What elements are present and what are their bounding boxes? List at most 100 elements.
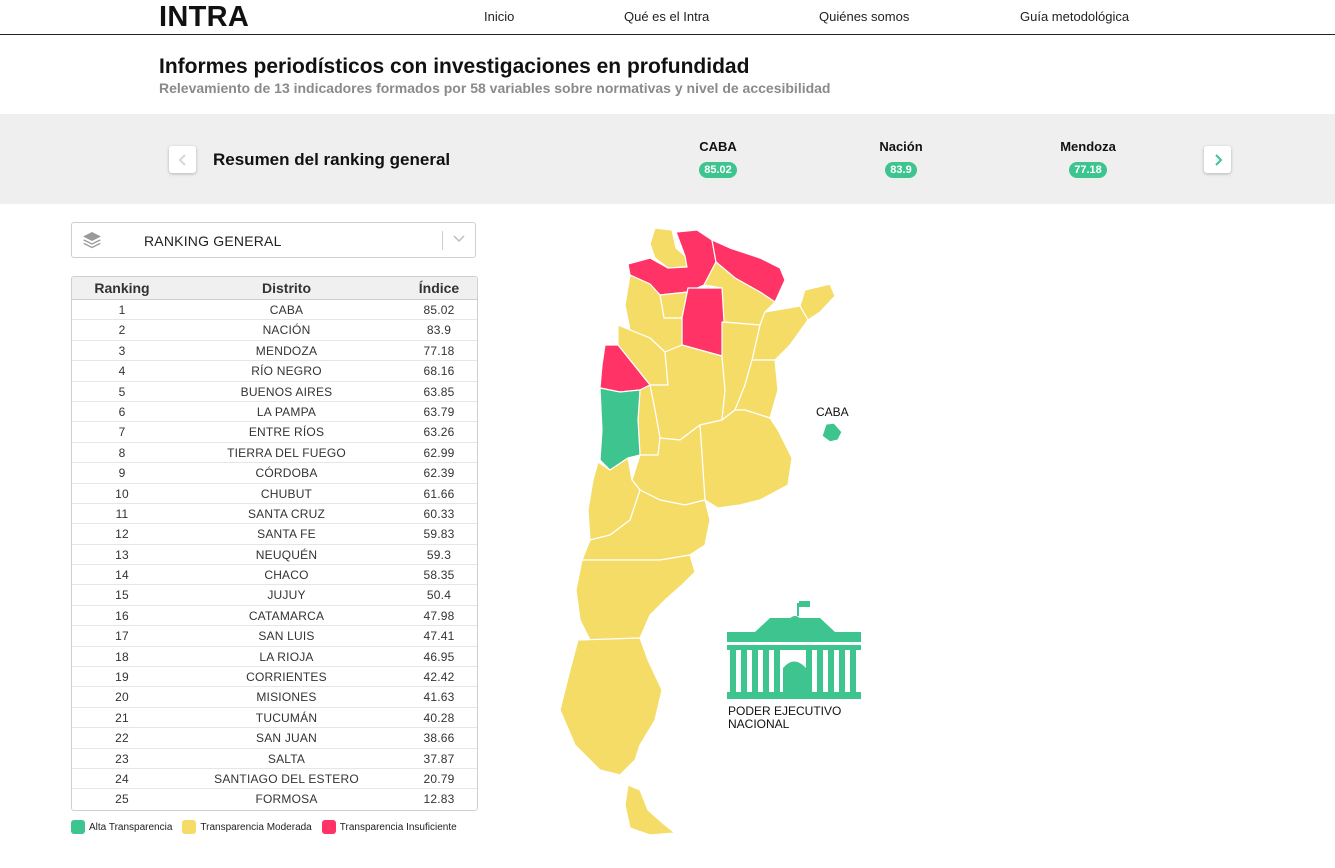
cell-ranking: 22: [115, 731, 129, 746]
cell-indice: 77.18: [423, 343, 455, 358]
table-row[interactable]: 4 RÍO NEGRO 68.16: [72, 361, 477, 382]
table-row[interactable]: 16 CATAMARCA 47.98: [72, 606, 477, 627]
cell-indice: 68.16: [423, 364, 455, 379]
cell-ranking: 7: [118, 425, 126, 440]
cell-distrito: RÍO NEGRO: [251, 364, 322, 379]
nav-link-guia[interactable]: Guía metodológica: [1020, 9, 1129, 24]
cell-indice: 63.79: [423, 404, 455, 419]
table-row[interactable]: 8 TIERRA DEL FUEGO 62.99: [72, 443, 477, 464]
cell-distrito: SAN JUAN: [256, 731, 317, 746]
caba-inset[interactable]: [821, 422, 843, 443]
poder-ejecutivo-label[interactable]: PODER EJECUTIVO NACIONAL: [728, 705, 841, 731]
table-row[interactable]: 6 LA PAMPA 63.79: [72, 402, 477, 423]
select-value: RANKING GENERAL: [144, 233, 282, 249]
cell-distrito: ENTRE RÍOS: [248, 425, 325, 440]
nav-link-quienes-somos[interactable]: Quiénes somos: [819, 9, 909, 24]
cell-distrito: SANTA CRUZ: [247, 506, 326, 521]
province-mendoza[interactable]: [599, 387, 641, 471]
next-button[interactable]: [1204, 146, 1231, 173]
cell-ranking: 17: [115, 629, 129, 644]
province-chubut[interactable]: [575, 554, 696, 641]
table-row[interactable]: 5 BUENOS AIRES 63.85: [72, 382, 477, 402]
table-row[interactable]: 17 SAN LUIS 47.41: [72, 626, 477, 647]
cell-indice: 63.85: [423, 384, 455, 399]
government-building-icon[interactable]: [727, 601, 861, 699]
cell-distrito: CHUBUT: [260, 486, 313, 501]
cell-indice: 83.9: [426, 323, 452, 338]
table-row[interactable]: 7 ENTRE RÍOS 63.26: [72, 422, 477, 443]
summary-item-name: Nación: [879, 139, 923, 154]
table-row[interactable]: 23 SALTA 37.87: [72, 749, 477, 769]
cell-distrito: BUENOS AIRES: [240, 384, 333, 399]
table-row[interactable]: 3 MENDOZA 77.18: [72, 341, 477, 362]
nav-link-inicio[interactable]: Inicio: [484, 9, 514, 24]
legend-item-moderada: Transparencia Moderada: [182, 820, 312, 834]
cell-indice: 62.99: [423, 445, 455, 460]
cell-distrito: SAN LUIS: [258, 629, 315, 644]
caba-map-label: CABA: [816, 405, 849, 419]
column-header-indice[interactable]: Índice: [401, 277, 477, 299]
column-header-distrito[interactable]: Distrito: [172, 277, 401, 299]
nav-link-que-es[interactable]: Qué es el Intra: [624, 9, 709, 24]
table-row[interactable]: 24 SANTIAGO DEL ESTERO 20.79: [72, 769, 477, 790]
cell-distrito: CABA: [269, 303, 304, 317]
legend-swatch: [71, 820, 85, 834]
page-title: Informes periodísticos con investigacion…: [159, 55, 750, 78]
table-row[interactable]: 18 LA RIOJA 46.95: [72, 647, 477, 668]
table-row[interactable]: 9 CÓRDOBA 62.39: [72, 463, 477, 484]
indicator-select[interactable]: RANKING GENERAL: [71, 222, 476, 258]
cell-indice: 20.79: [423, 771, 455, 786]
legend-item-alta: Alta Transparencia: [71, 820, 172, 834]
table-row[interactable]: 25 FORMOSA 12.83: [72, 789, 477, 809]
cell-distrito: LA RIOJA: [259, 649, 314, 664]
table-row[interactable]: 13 NEUQUÉN 59.3: [72, 545, 477, 566]
ranking-table: Ranking Distrito Índice 1 CABA 85.02 2 NACIÓ…: [71, 276, 478, 811]
legend-item-insuficiente: Transparencia Insuficiente: [321, 820, 457, 834]
table-row[interactable]: 22 SAN JUAN 38.66: [72, 728, 477, 749]
cell-distrito: MENDOZA: [255, 343, 318, 358]
cell-indice: 40.28: [423, 710, 455, 725]
cell-ranking: 18: [115, 649, 129, 664]
cell-ranking: 13: [115, 547, 129, 562]
prev-button[interactable]: [169, 146, 196, 173]
cell-distrito: FORMOSA: [255, 792, 318, 807]
column-header-ranking[interactable]: Ranking: [72, 277, 172, 299]
legend-label: Transparencia Moderada: [200, 821, 312, 833]
summary-item-score: 83.9: [885, 162, 917, 178]
chevron-down-icon[interactable]: [452, 234, 466, 244]
cell-ranking: 6: [118, 404, 126, 419]
cell-distrito: JUJUY: [267, 588, 306, 603]
layers-icon: [83, 232, 101, 249]
cell-ranking: 21: [115, 710, 129, 725]
province-tierra-del-fuego[interactable]: [624, 784, 676, 836]
site-logo[interactable]: INTRA: [159, 1, 249, 34]
table-row[interactable]: 15 JUJUY 50.4: [72, 585, 477, 606]
cell-ranking: 14: [115, 568, 129, 583]
table-row[interactable]: 21 TUCUMÁN 40.28: [72, 708, 477, 729]
table-body: 1 CABA 85.02 2 NACIÓN 83.9 3 MENDOZA 77.18 4 RÍO N…: [72, 300, 477, 810]
legend-label: Alta Transparencia: [89, 821, 173, 833]
table-row[interactable]: 1 CABA 85.02: [72, 300, 477, 321]
cell-indice: 61.66: [423, 486, 455, 501]
cell-indice: 58.35: [423, 568, 455, 583]
legend-label: Transparencia Insuficiente: [339, 821, 457, 833]
table-row[interactable]: 14 CHACO 58.35: [72, 565, 477, 586]
table-row[interactable]: 2 NACIÓN 83.9: [72, 320, 477, 341]
province-buenos-aires[interactable]: [699, 409, 793, 509]
cell-distrito: CATAMARCA: [248, 608, 325, 623]
table-row[interactable]: 11 SANTA CRUZ 60.33: [72, 504, 477, 525]
cell-distrito: TUCUMÁN: [255, 710, 318, 725]
table-row[interactable]: 10 CHUBUT 61.66: [72, 484, 477, 504]
table-row[interactable]: 20 MISIONES 41.63: [72, 687, 477, 708]
table-row[interactable]: 12 SANTA FE 59.83: [72, 524, 477, 545]
cell-distrito: SANTA FE: [257, 527, 316, 542]
cell-ranking: 20: [115, 690, 129, 705]
cell-distrito: CÓRDOBA: [255, 466, 318, 481]
table-row[interactable]: 19 CORRIENTES 42.42: [72, 667, 477, 688]
cell-indice: 47.98: [423, 608, 455, 623]
ranking-summary-band: Resumen del ranking general CABA 85.02 N…: [0, 114, 1335, 204]
cell-ranking: 11: [115, 506, 129, 521]
cell-ranking: 12: [115, 527, 129, 542]
province-santiago[interactable]: [681, 287, 725, 357]
province-santa-cruz[interactable]: [559, 637, 663, 776]
